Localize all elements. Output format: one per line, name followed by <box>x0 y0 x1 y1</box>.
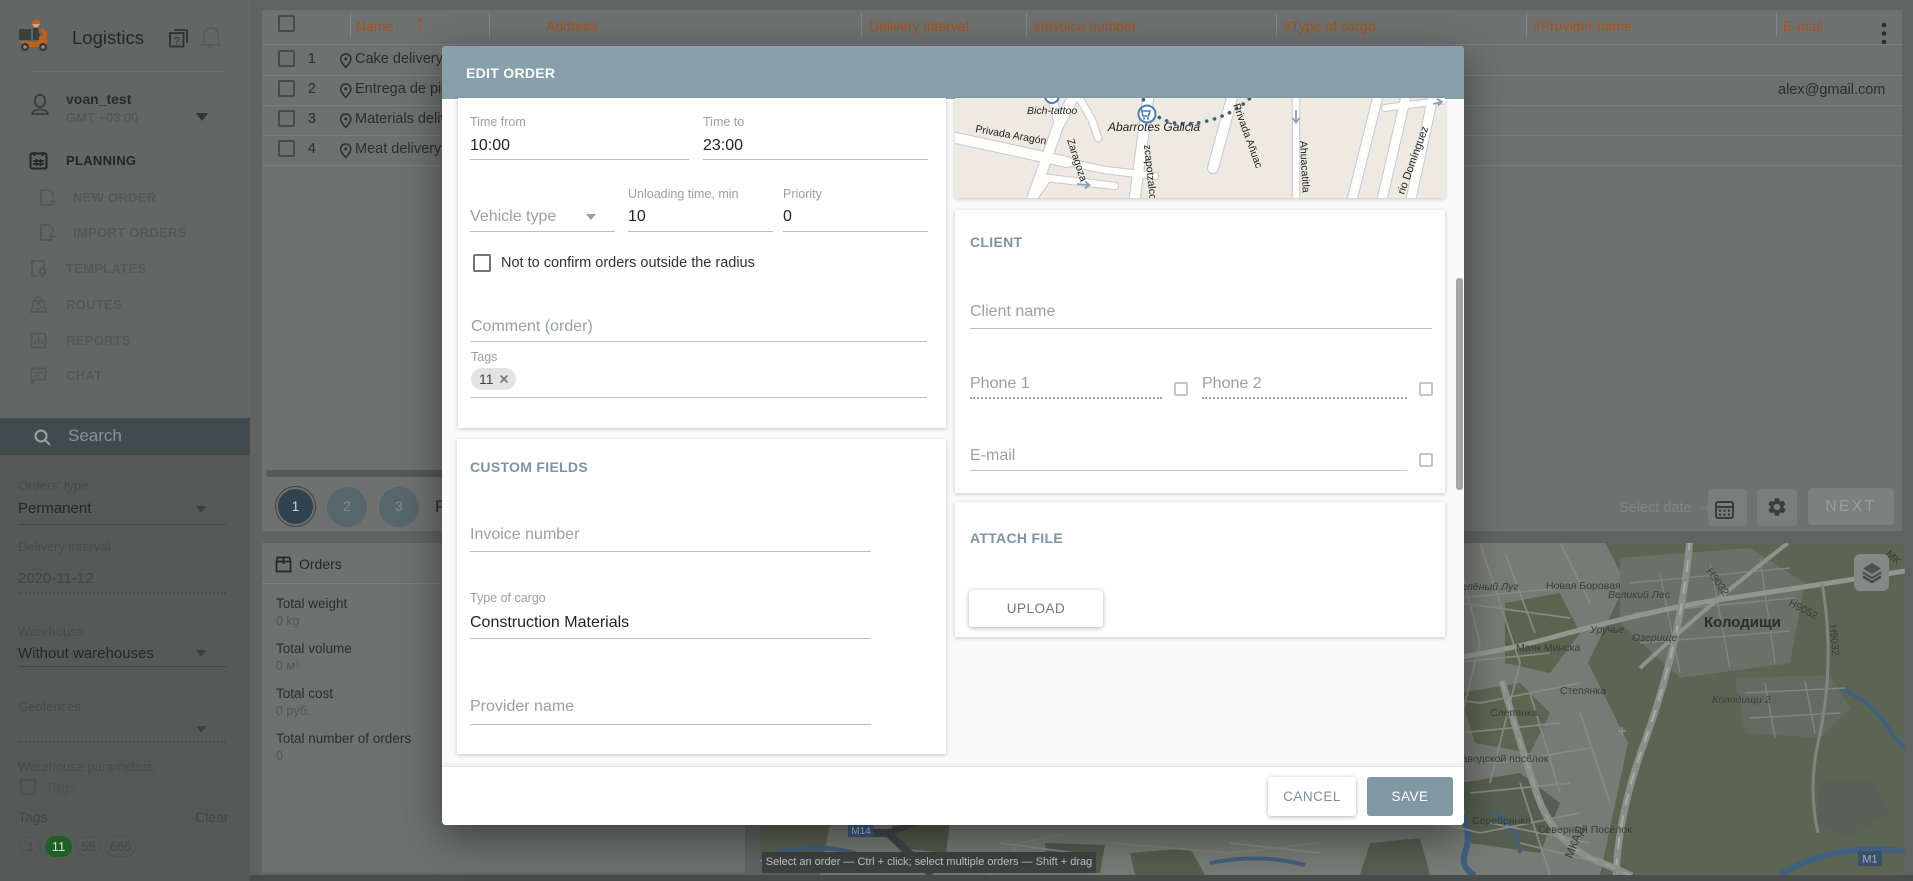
svg-text:Великий Лес: Великий Лес <box>1608 589 1671 601</box>
svg-text:Н9032: Н9032 <box>1827 624 1841 656</box>
svg-text:Озерище: Озерище <box>1632 632 1677 644</box>
svg-text:Abarrotes Galicia: Abarrotes Galicia <box>1107 120 1200 134</box>
svg-text:Слепянка: Слепянка <box>1490 707 1538 719</box>
svg-text:Степянка: Степянка <box>1560 685 1606 697</box>
svg-text:Серебрянка: Серебрянка <box>1472 815 1531 827</box>
svg-text:Маяк Минска: Маяк Минска <box>1516 642 1580 654</box>
svg-text:?: ? <box>174 35 180 47</box>
svg-text:M1: M1 <box>1862 854 1877 866</box>
svg-text:Колодищи 2: Колодищи 2 <box>1712 694 1771 706</box>
svg-text:Bich-tattoo: Bich-tattoo <box>1027 105 1077 117</box>
svg-text:Privada Añuac: Privada Añuac <box>1230 102 1264 170</box>
svg-text:Уручье: Уручье <box>1589 624 1624 636</box>
svg-text:Колодищи: Колодищи <box>1704 614 1781 631</box>
svg-text:Зелёный Луг: Зелёный Луг <box>1455 581 1519 593</box>
svg-text:M14: M14 <box>851 826 871 837</box>
